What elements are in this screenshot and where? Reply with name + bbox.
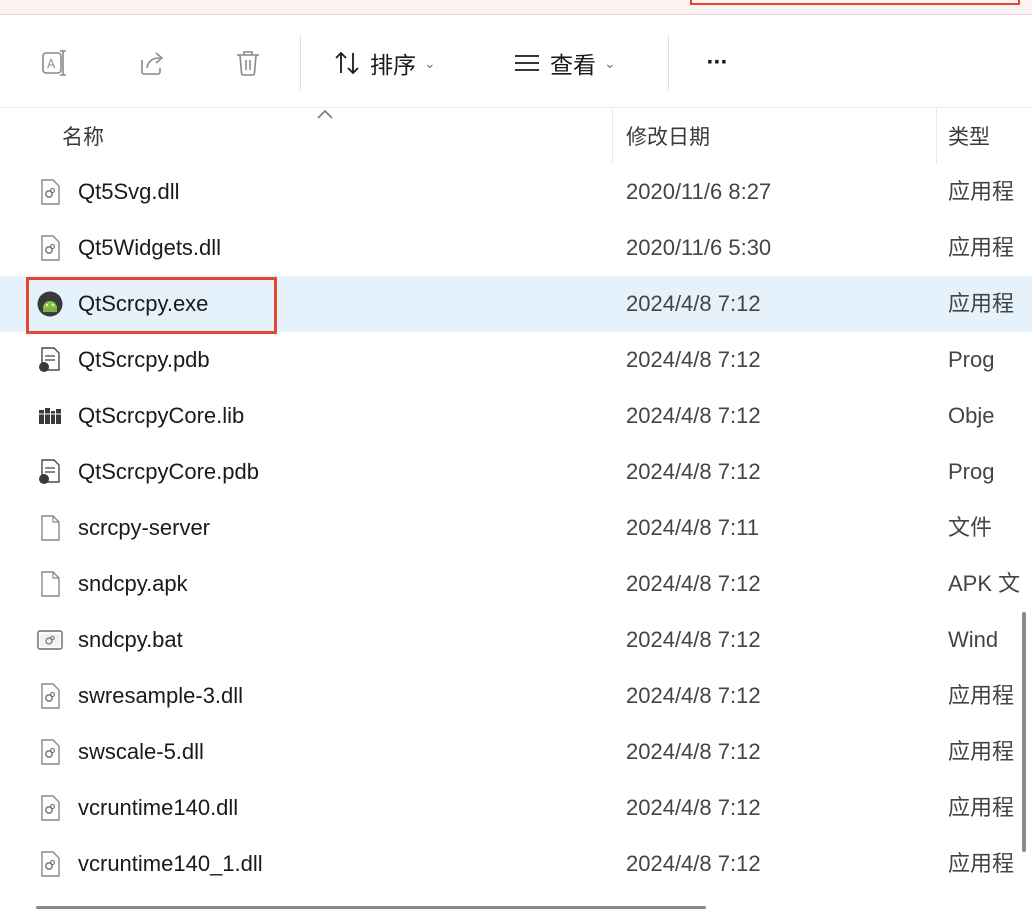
- share-icon: [141, 52, 164, 75]
- file-name: sndcpy.bat: [78, 627, 183, 652]
- sort-label: 排序: [370, 52, 416, 78]
- file-name: QtScrcpy.pdb: [78, 347, 210, 372]
- file-type: APK 文: [948, 571, 1021, 596]
- file-type: 应用程: [948, 683, 1015, 708]
- column-name-label: 名称: [62, 126, 104, 149]
- file-row[interactable]: sndcpy.bat 2024/4/8 7:12 Wind: [0, 612, 1032, 668]
- dll-file-icon: [41, 851, 60, 877]
- dll-file-icon: [41, 235, 60, 261]
- file-type: 应用程: [948, 179, 1015, 204]
- dll-file-icon: [41, 795, 60, 821]
- chevron-down-icon: ⌄: [604, 54, 616, 71]
- file-name: QtScrcpyCore.lib: [78, 403, 245, 428]
- file-name: scrcpy-server: [78, 515, 211, 540]
- file-date: 2024/4/8 7:12: [626, 291, 761, 316]
- file-name: vcruntime140.dll: [78, 795, 239, 820]
- view-button[interactable]: 查看 ⌄: [512, 43, 642, 83]
- file-name: swresample-3.dll: [78, 683, 244, 708]
- file-date: 2024/4/8 7:12: [626, 347, 761, 372]
- column-divider[interactable]: [936, 108, 937, 164]
- file-row[interactable]: scrcpy-server 2024/4/8 7:11 文件: [0, 500, 1032, 556]
- file-row[interactable]: swscale-5.dll 2024/4/8 7:12 应用程: [0, 724, 1032, 780]
- file-row[interactable]: vcruntime140_1.dll 2024/4/8 7:12 应用程: [0, 836, 1032, 892]
- file-row[interactable]: swresample-3.dll 2024/4/8 7:12 应用程: [0, 668, 1032, 724]
- dll-file-icon: [41, 179, 60, 205]
- column-type-label: 类型: [948, 126, 990, 149]
- rename-button[interactable]: A: [34, 43, 74, 83]
- delete-button[interactable]: [228, 43, 268, 83]
- column-name[interactable]: 名称: [62, 108, 602, 164]
- vertical-scrollbar[interactable]: [1022, 612, 1026, 852]
- column-divider[interactable]: [612, 108, 613, 164]
- bat-file-icon: [37, 630, 63, 650]
- file-name: QtScrcpyCore.pdb: [78, 459, 259, 484]
- annotation-highlight-box: [26, 277, 277, 334]
- sort-button[interactable]: 排序 ⌄: [332, 43, 468, 83]
- file-type: 应用程: [948, 795, 1015, 820]
- share-button[interactable]: [132, 43, 172, 83]
- column-modified-label: 修改日期: [626, 126, 710, 149]
- command-bar: A 排序 ⌄ 查看 ⌄ ···: [0, 15, 1032, 108]
- more-icon: ···: [706, 49, 729, 76]
- more-options-button[interactable]: ···: [694, 43, 740, 83]
- sort-icon: [335, 51, 359, 75]
- file-name: Qt5Svg.dll: [78, 179, 180, 204]
- file-row[interactable]: QtScrcpyCore.lib 2024/4/8 7:12 Obje: [0, 388, 1032, 444]
- file-type: Obje: [948, 403, 995, 428]
- file-date: 2024/4/8 7:12: [626, 795, 761, 820]
- delete-icon: [237, 51, 259, 76]
- file-date: 2020/11/6 5:30: [626, 235, 772, 260]
- file-date: 2024/4/8 7:12: [626, 403, 761, 428]
- file-type: 应用程: [948, 235, 1015, 260]
- file-name: sndcpy.apk: [78, 571, 188, 596]
- file-row[interactable]: Qt5Widgets.dll 2020/11/6 5:30 应用程: [0, 220, 1032, 276]
- column-modified[interactable]: 修改日期: [626, 108, 926, 164]
- file-type: 应用程: [948, 291, 1015, 316]
- blank-file-icon: [41, 571, 60, 597]
- file-row[interactable]: vcruntime140.dll 2024/4/8 7:12 应用程: [0, 780, 1032, 836]
- file-date: 2020/11/6 8:27: [626, 179, 772, 204]
- file-row[interactable]: Qt5Svg.dll 2020/11/6 8:27 应用程: [0, 164, 1032, 220]
- file-date: 2024/4/8 7:11: [626, 515, 759, 540]
- file-type: Wind: [948, 627, 999, 652]
- horizontal-scrollbar[interactable]: [36, 906, 706, 909]
- file-type: Prog: [948, 459, 995, 484]
- file-name: swscale-5.dll: [78, 739, 204, 764]
- toolbar-separator: [300, 35, 301, 91]
- chevron-down-icon: ⌄: [424, 54, 436, 71]
- file-date: 2024/4/8 7:12: [626, 739, 761, 764]
- column-type[interactable]: 类型: [948, 108, 1032, 164]
- file-type: 应用程: [948, 739, 1015, 764]
- file-type: 应用程: [948, 851, 1015, 876]
- window-top-strip: [0, 0, 1032, 15]
- list-view-icon: [515, 55, 539, 71]
- dll-file-icon: [41, 739, 60, 765]
- toolbar-separator: [668, 35, 669, 91]
- dll-file-icon: [41, 683, 60, 709]
- file-date: 2024/4/8 7:12: [626, 683, 761, 708]
- file-date: 2024/4/8 7:12: [626, 571, 761, 596]
- rename-icon: A: [42, 50, 66, 76]
- file-date: 2024/4/8 7:12: [626, 851, 761, 876]
- highlight-box-partial: [690, 0, 1020, 5]
- blank-file-icon: [41, 515, 60, 541]
- lib-file-icon: [39, 408, 61, 424]
- file-row[interactable]: sndcpy.apk 2024/4/8 7:12 APK 文: [0, 556, 1032, 612]
- file-type: 文件: [948, 515, 993, 540]
- pdb-file-icon: [39, 459, 60, 484]
- file-name: vcruntime140_1.dll: [78, 851, 263, 876]
- svg-text:A: A: [47, 57, 56, 71]
- file-date: 2024/4/8 7:12: [626, 459, 761, 484]
- pdb-file-icon: [39, 347, 60, 372]
- file-date: 2024/4/8 7:12: [626, 627, 761, 652]
- view-label: 查看: [550, 52, 596, 78]
- file-row[interactable]: QtScrcpyCore.pdb 2024/4/8 7:12 Prog: [0, 444, 1032, 500]
- file-type: Prog: [948, 347, 995, 372]
- file-row[interactable]: QtScrcpy.pdb 2024/4/8 7:12 Prog: [0, 332, 1032, 388]
- file-name: Qt5Widgets.dll: [78, 235, 222, 260]
- column-header: 名称 修改日期 类型: [0, 108, 1032, 164]
